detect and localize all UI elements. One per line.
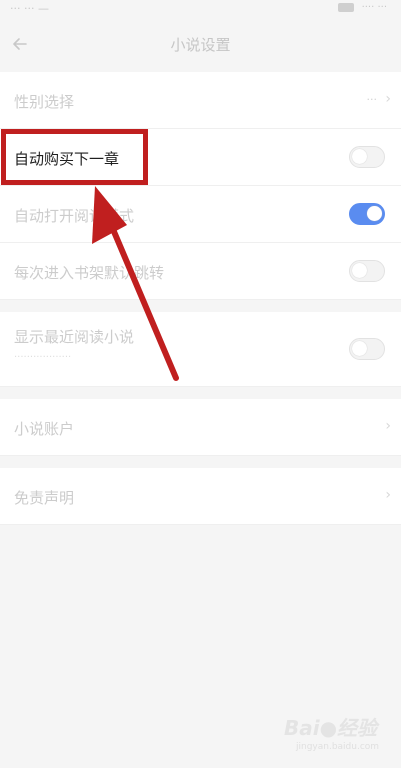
row-label: 显示最近阅读小说 xyxy=(14,328,135,346)
settings-row-gender[interactable]: 性别选择 ··· › xyxy=(0,72,401,129)
row-value: ··· xyxy=(366,93,378,106)
watermark-url: jingyan.baidu.com xyxy=(296,742,380,752)
reading-mode-toggle[interactable] xyxy=(349,203,385,225)
row-label: 自动打开阅读模式 xyxy=(14,207,135,225)
settings-row-bookshelf: 每次进入书架默认跳转 xyxy=(0,243,401,300)
battery-icon xyxy=(338,2,355,12)
section-gap xyxy=(0,300,401,312)
annotation-highlight-box xyxy=(1,129,148,185)
row-label: 免责声明 xyxy=(14,489,75,507)
section-gap xyxy=(0,456,401,468)
status-carrier: ··· ··· — xyxy=(10,2,49,15)
settings-row-account[interactable]: 小说账户 › xyxy=(0,399,401,456)
row-label: 每次进入书架默认跳转 xyxy=(14,264,165,282)
section-gap xyxy=(0,387,401,399)
status-bar: ··· ··· — ···· ··· xyxy=(0,0,401,22)
auto-buy-toggle[interactable] xyxy=(349,146,385,168)
chevron-right-icon: › xyxy=(385,487,391,503)
chevron-right-icon: › xyxy=(385,91,391,107)
row-label: 小说账户 xyxy=(14,420,75,438)
chevron-right-icon: › xyxy=(385,418,391,434)
settings-row-reading-mode: 自动打开阅读模式 xyxy=(0,186,401,243)
bookshelf-toggle[interactable] xyxy=(349,260,385,282)
status-info: ···· ··· xyxy=(361,2,387,13)
settings-row-recent: 显示最近阅读小说 ·················· xyxy=(0,312,401,387)
row-label: 性别选择 xyxy=(14,93,75,111)
page-title: 小说设置 xyxy=(170,36,231,54)
row-sublabel: ·················· xyxy=(14,352,72,363)
watermark-logo: Bai●经验 xyxy=(284,716,378,740)
status-right: ···· ··· xyxy=(338,2,387,13)
header: 小说设置 xyxy=(0,22,401,66)
settings-row-disclaimer[interactable]: 免责声明 › xyxy=(0,468,401,525)
recent-toggle[interactable] xyxy=(349,338,385,360)
